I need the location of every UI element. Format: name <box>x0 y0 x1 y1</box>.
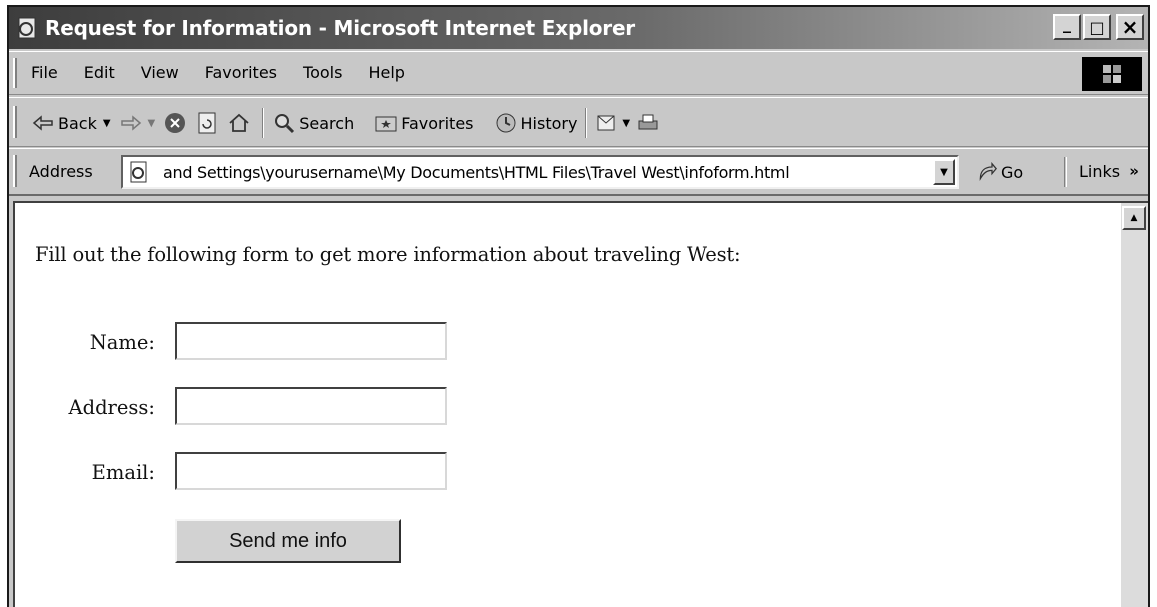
chevron-right-icon: » <box>1129 162 1139 180</box>
standard-toolbar: Back ▼ ▼ Search Favorites History ▼ <box>9 97 1148 147</box>
close-icon: × <box>1121 15 1139 39</box>
search-icon <box>275 114 295 134</box>
menu-grip[interactable] <box>13 58 17 88</box>
links-button[interactable]: Links » <box>1079 162 1139 181</box>
windows-logo-icon <box>1082 57 1142 91</box>
chevron-up-icon: ▲ <box>1130 213 1138 223</box>
maximize-button[interactable]: □ <box>1083 14 1111 40</box>
title-bar: Request for Information - Microsoft Inte… <box>9 7 1148 49</box>
forward-dropdown-icon[interactable]: ▼ <box>148 118 156 129</box>
toolbar-separator <box>262 108 265 138</box>
address-field[interactable] <box>175 387 447 425</box>
address-input[interactable]: and Settings\yourusername\My Documents\H… <box>121 155 959 189</box>
history-icon <box>496 113 515 133</box>
chevron-down-icon: ▼ <box>940 166 948 178</box>
search-button[interactable]: Search <box>272 111 354 135</box>
page-content: Fill out the following form to get more … <box>13 201 1148 607</box>
forward-arrow-icon <box>120 115 141 131</box>
menu-item-help[interactable]: Help <box>368 63 404 82</box>
favorites-button[interactable]: Favorites <box>374 111 474 135</box>
search-label: Search <box>299 113 355 133</box>
address-field-label: Address: <box>68 396 156 419</box>
vertical-scrollbar[interactable]: ▲ <box>1121 203 1148 607</box>
address-url: and Settings\yourusername\My Documents\H… <box>163 163 790 182</box>
go-arrow-icon <box>979 162 997 182</box>
page-icon <box>130 161 147 183</box>
address-dropdown-button[interactable]: ▼ <box>933 159 955 185</box>
name-label: Name: <box>89 331 155 354</box>
minimize-button[interactable]: _ <box>1053 14 1081 40</box>
ie-page-icon <box>18 17 36 39</box>
print-icon[interactable] <box>636 111 660 135</box>
stop-icon[interactable] <box>163 111 187 135</box>
favorites-folder-icon <box>375 116 397 132</box>
history-label: History <box>520 113 578 133</box>
forward-button[interactable] <box>119 111 146 135</box>
history-button[interactable]: History <box>494 111 578 135</box>
back-arrow-icon <box>32 115 53 131</box>
email-field[interactable] <box>175 452 447 490</box>
email-label: Email: <box>91 461 155 484</box>
go-label: Go <box>1001 162 1024 182</box>
links-separator <box>1064 157 1067 187</box>
maximize-icon: □ <box>1089 17 1105 37</box>
toolbar-separator <box>585 108 588 138</box>
name-field[interactable] <box>175 322 447 360</box>
browser-window: Request for Information - Microsoft Inte… <box>7 5 1150 607</box>
home-icon[interactable] <box>227 111 251 135</box>
links-label: Links <box>1079 162 1121 181</box>
refresh-icon[interactable] <box>195 111 219 135</box>
address-grip[interactable] <box>13 155 17 187</box>
scroll-up-button[interactable]: ▲ <box>1122 206 1146 230</box>
menu-item-edit[interactable]: Edit <box>84 63 115 82</box>
mail-icon[interactable] <box>595 111 619 135</box>
menu-item-view[interactable]: View <box>141 63 179 82</box>
menu-bar: File Edit View Favorites Tools Help <box>9 51 1148 95</box>
back-button[interactable]: Back <box>31 111 97 135</box>
close-button[interactable]: × <box>1116 14 1144 40</box>
go-button[interactable]: Go <box>977 162 1023 182</box>
address-bar: Address and Settings\yourusername\My Doc… <box>9 148 1148 196</box>
menu-item-file[interactable]: File <box>31 63 58 82</box>
intro-text: Fill out the following form to get more … <box>35 243 741 266</box>
toolbar-grip[interactable] <box>13 106 17 138</box>
menu-item-tools[interactable]: Tools <box>303 63 342 82</box>
menu-item-favorites[interactable]: Favorites <box>205 63 277 82</box>
mail-dropdown-icon[interactable]: ▼ <box>622 118 630 129</box>
send-me-info-button[interactable]: Send me info <box>175 519 401 563</box>
favorites-label: Favorites <box>401 113 474 133</box>
address-label: Address <box>29 162 93 181</box>
minimize-icon: _ <box>1063 13 1071 33</box>
back-label: Back <box>58 113 97 133</box>
window-title: Request for Information - Microsoft Inte… <box>45 16 635 40</box>
back-dropdown-icon[interactable]: ▼ <box>103 118 111 129</box>
